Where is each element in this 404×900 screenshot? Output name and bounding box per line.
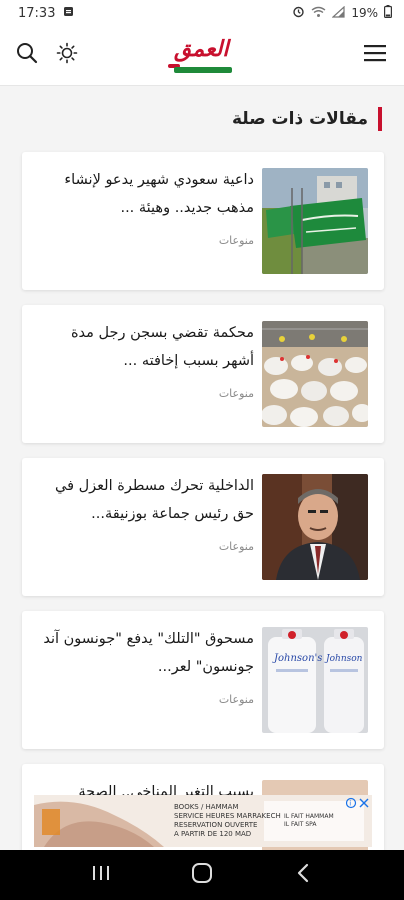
status-time: 17:33 [18, 5, 56, 21]
article-title[interactable]: الداخلية تحرك مسطرة العزل في حق رئيس جما… [40, 472, 254, 528]
ad-line: RESERVATION OUVERTE [174, 821, 258, 829]
back-icon [296, 863, 310, 887]
signal-icon [331, 5, 345, 21]
status-bar: 17:33 19% [0, 0, 404, 26]
article-category[interactable]: منوعات [219, 387, 254, 400]
svg-text:Johnson's: Johnson's [272, 653, 322, 664]
menu-button[interactable] [360, 40, 390, 70]
battery-icon [384, 5, 393, 21]
sun-icon [56, 42, 78, 68]
ad-line: IL FAIT SPA [284, 821, 317, 828]
site-logo[interactable]: العمق [166, 34, 240, 78]
battery-percent: 19% [351, 6, 378, 20]
notification-icon [63, 6, 74, 21]
svg-text:Johnson: Johnson [324, 654, 363, 664]
ad-text-main: BOOKS / HAMMAM SERVICE HEURES MARRAKECH … [174, 803, 281, 839]
ad-line: BOOKS / HAMMAM [174, 803, 239, 811]
logo-text: العمق [174, 36, 229, 62]
status-right: 19% [292, 5, 393, 21]
wifi-icon [311, 6, 326, 21]
hamburger-menu-icon [363, 43, 387, 67]
search-button[interactable] [12, 40, 42, 70]
back-button[interactable] [283, 855, 323, 895]
article-title[interactable]: مسحوق "التلك" يدفع "جونسون آند جونسون" ل… [40, 625, 254, 681]
article-card[interactable]: داعية سعودي شهير يدعو لإنشاء مذهب جديد..… [22, 152, 384, 290]
article-card[interactable]: الداخلية تحرك مسطرة العزل في حق رئيس جما… [22, 458, 384, 596]
article-category[interactable]: منوعات [219, 540, 254, 553]
ad-banner[interactable]: BOOKS / HAMMAM SERVICE HEURES MARRAKECH … [34, 795, 372, 847]
ad-line: IL FAIT HAMMAM [284, 813, 334, 820]
app-header: العمق [0, 26, 404, 86]
article-image-saudi-flags[interactable] [262, 168, 368, 274]
ad-line: SERVICE HEURES MARRAKECH [174, 812, 281, 820]
article-category[interactable]: منوعات [219, 234, 254, 247]
article-card[interactable]: محكمة تقضي بسجن رجل مدة أشهر بسبب إخافته… [22, 305, 384, 443]
home-icon [191, 862, 213, 888]
ad-text-side: IL FAIT HAMMAM IL FAIT SPA [284, 813, 334, 829]
section-title: مقالات ذات صلة [231, 109, 368, 129]
section-title-accent [378, 107, 382, 131]
section-header: مقالات ذات صلة [232, 105, 382, 133]
article-image-talc-bottles[interactable]: Johnson's Johnson [262, 627, 368, 733]
article-card[interactable]: Johnson's Johnson مسحوق "التلك" يدفع "جو… [22, 611, 384, 749]
recents-button[interactable] [81, 855, 121, 895]
logo-underline [174, 67, 232, 73]
system-nav-bar [0, 850, 404, 900]
search-icon [16, 42, 38, 68]
status-left: 17:33 [18, 6, 74, 21]
article-image-man-portrait[interactable] [262, 474, 368, 580]
recents-icon [91, 864, 111, 886]
ad-close-icon[interactable]: i [345, 797, 370, 812]
theme-toggle-button[interactable] [52, 40, 82, 70]
alarm-icon [292, 5, 305, 21]
article-title[interactable]: محكمة تقضي بسجن رجل مدة أشهر بسبب إخافته… [40, 319, 254, 375]
article-image-chickens[interactable] [262, 321, 368, 427]
home-button[interactable] [182, 855, 222, 895]
article-title[interactable]: داعية سعودي شهير يدعو لإنشاء مذهب جديد..… [40, 166, 254, 222]
ad-line: A PARTIR DE 120 MAD [174, 830, 252, 838]
article-category[interactable]: منوعات [219, 693, 254, 706]
svg-text:i: i [349, 800, 351, 808]
